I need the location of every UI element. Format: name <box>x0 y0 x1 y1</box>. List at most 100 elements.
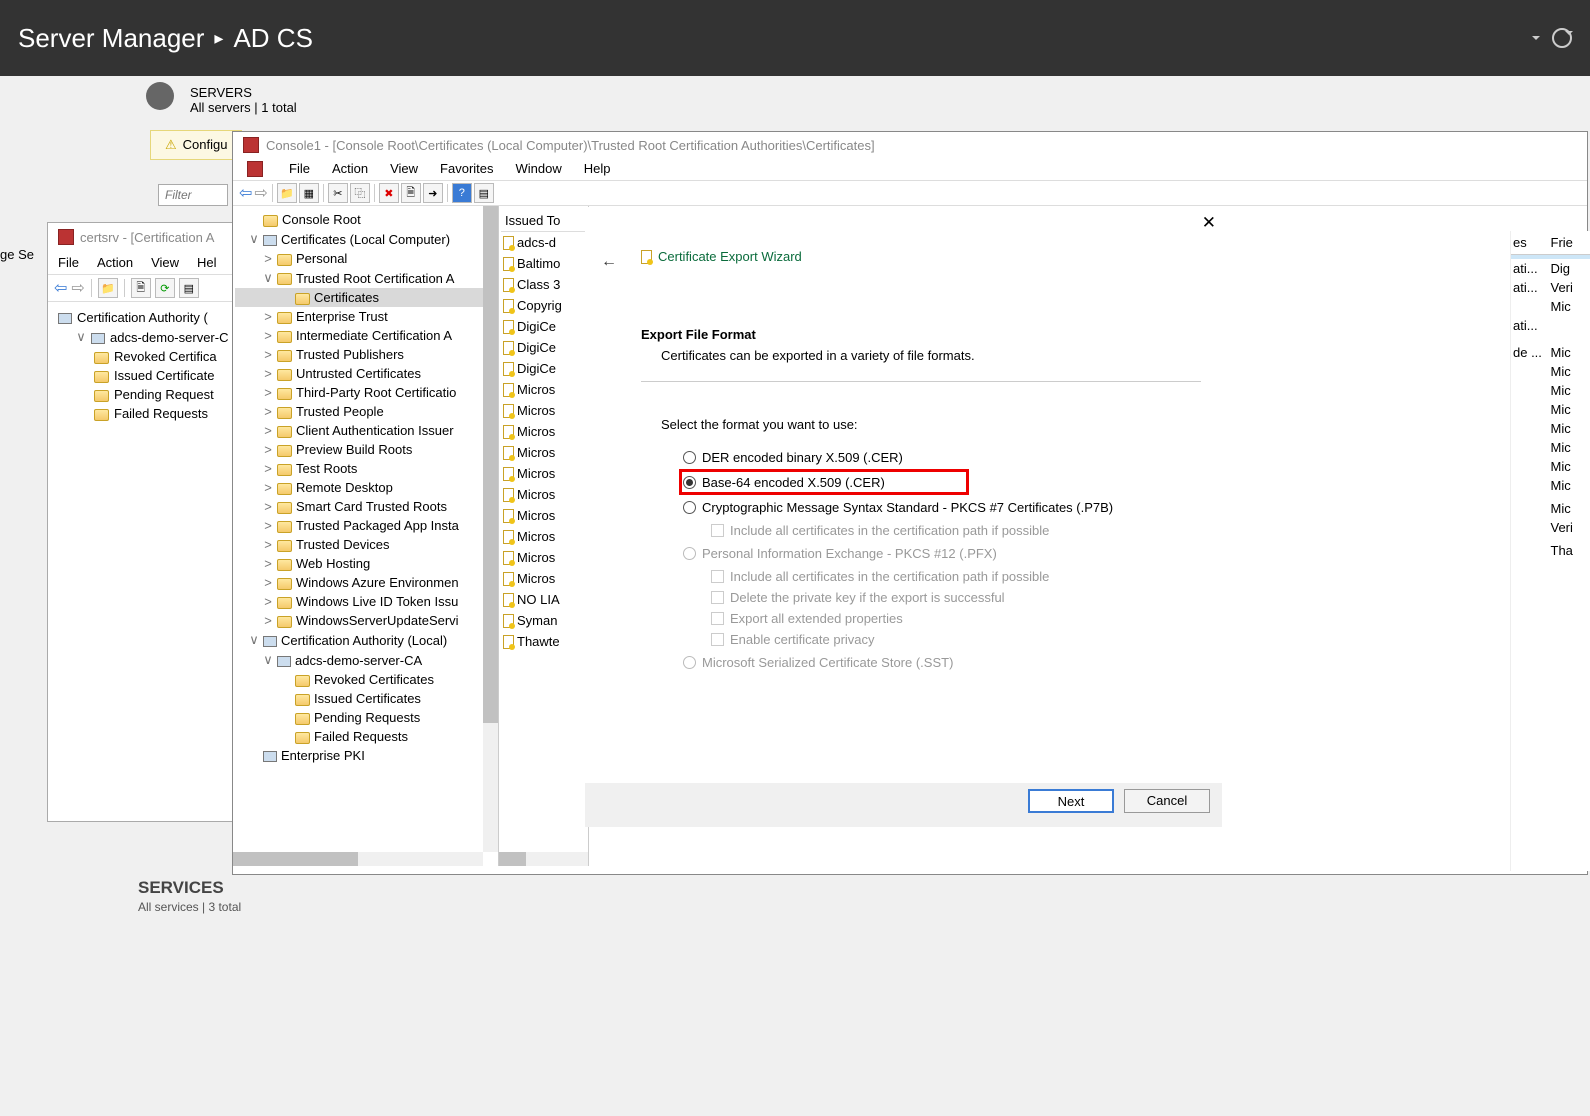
menu-action[interactable]: Action <box>97 255 133 270</box>
table-row[interactable]: ati...Dig <box>1511 259 1590 278</box>
table-row[interactable]: Mic <box>1511 381 1590 400</box>
filter-input[interactable] <box>158 184 228 206</box>
table-row[interactable]: Tha <box>1511 541 1590 560</box>
menu-favorites[interactable]: Favorites <box>440 161 493 177</box>
list-item[interactable]: Micros <box>501 400 586 421</box>
menu-file[interactable]: File <box>289 161 310 177</box>
horizontal-scrollbar[interactable] <box>499 852 588 866</box>
menu-window[interactable]: Window <box>516 161 562 177</box>
tree-item[interactable]: Failed Requests <box>235 727 496 746</box>
menu-view[interactable]: View <box>151 255 179 270</box>
tree-item[interactable]: >Enterprise Trust <box>235 307 496 326</box>
tree-item[interactable]: Revoked Certificates <box>235 670 496 689</box>
table-row[interactable]: Mic <box>1511 297 1590 316</box>
list-item[interactable]: NO LIA <box>501 589 586 610</box>
list-item[interactable]: Micros <box>501 505 586 526</box>
table-row[interactable]: de ...Mic <box>1511 343 1590 362</box>
tree-item[interactable]: ∨adcs-demo-server-CA <box>235 650 496 670</box>
copy-icon[interactable]: ⿻ <box>350 183 370 203</box>
list-item[interactable]: DigiCe <box>501 358 586 379</box>
tree-item[interactable]: >Untrusted Certificates <box>235 364 496 383</box>
toolbar-btn[interactable]: ▦ <box>299 183 319 203</box>
list-item[interactable]: Micros <box>501 484 586 505</box>
list-item[interactable]: Micros <box>501 568 586 589</box>
tree-item[interactable]: >Intermediate Certification A <box>235 326 496 345</box>
configure-bar[interactable]: Configu <box>150 130 242 160</box>
tree-item[interactable]: >Remote Desktop <box>235 478 496 497</box>
tree-root[interactable]: Certification Authority ( <box>52 308 242 327</box>
toolbar-btn[interactable]: ▤ <box>474 183 494 203</box>
forward-icon[interactable]: ⇨ <box>254 183 267 203</box>
table-row[interactable]: Mic <box>1511 362 1590 381</box>
help-icon[interactable]: ? <box>452 183 472 203</box>
tree-item[interactable]: >Trusted Packaged App Insta <box>235 516 496 535</box>
close-icon[interactable]: ✕ <box>1202 213 1216 233</box>
tree-item[interactable]: >Preview Build Roots <box>235 440 496 459</box>
tree-item[interactable]: Certificates <box>235 288 496 307</box>
tree-item[interactable]: >Trusted Devices <box>235 535 496 554</box>
menu-file[interactable]: File <box>58 255 79 270</box>
list-item[interactable]: Micros <box>501 547 586 568</box>
list-item[interactable]: DigiCe <box>501 316 586 337</box>
toolbar-btn[interactable]: 📁 <box>98 278 118 298</box>
tree-item[interactable]: ∨Certification Authority (Local) <box>235 630 496 650</box>
toolbar-btn[interactable]: ▤ <box>179 278 199 298</box>
export-icon[interactable]: ➜ <box>423 183 443 203</box>
list-item[interactable]: Micros <box>501 463 586 484</box>
back-icon[interactable]: ⇦ <box>54 278 67 298</box>
toolbar-btn[interactable]: 🗎 <box>131 278 151 298</box>
console-titlebar[interactable]: Console1 - [Console Root\Certificates (L… <box>233 132 1587 158</box>
tree-item[interactable]: >Personal <box>235 249 496 268</box>
tree-item[interactable]: >Trusted People <box>235 402 496 421</box>
table-row[interactable]: Mic <box>1511 499 1590 518</box>
table-row[interactable]: Mic <box>1511 419 1590 438</box>
tree-item[interactable]: Console Root <box>235 210 496 229</box>
tree-item[interactable]: >Third-Party Root Certificatio <box>235 383 496 402</box>
next-button[interactable]: Next <box>1028 789 1114 813</box>
list-item[interactable]: Micros <box>501 379 586 400</box>
tree-item[interactable]: >Windows Azure Environmen <box>235 573 496 592</box>
cut-icon[interactable]: ✂ <box>328 183 348 203</box>
list-item[interactable]: adcs-d <box>501 232 586 253</box>
tree-server[interactable]: ∨adcs-demo-server-C <box>70 327 242 347</box>
column-header[interactable]: Frie <box>1551 235 1589 250</box>
tree-item[interactable]: >WindowsServerUpdateServi <box>235 611 496 630</box>
back-icon[interactable]: ⇦ <box>239 183 252 203</box>
delete-icon[interactable]: ✖ <box>379 183 399 203</box>
dropdown-icon[interactable] <box>1532 36 1540 44</box>
tree-item[interactable]: Pending Requests <box>235 708 496 727</box>
tree-item[interactable]: >Client Authentication Issuer <box>235 421 496 440</box>
list-item[interactable]: Micros <box>501 442 586 463</box>
table-row[interactable]: ati...Veri <box>1511 278 1590 297</box>
tree-item[interactable]: Pending Request <box>88 385 242 404</box>
list-item[interactable]: Class 3 <box>501 274 586 295</box>
list-item[interactable]: DigiCe <box>501 337 586 358</box>
cancel-button[interactable]: Cancel <box>1124 789 1210 813</box>
radio-der[interactable]: DER encoded binary X.509 (.CER) <box>683 445 1113 470</box>
radio-base64[interactable]: Base-64 encoded X.509 (.CER) <box>683 470 1113 495</box>
tree-item[interactable]: >Trusted Publishers <box>235 345 496 364</box>
column-header[interactable]: es <box>1513 235 1551 250</box>
tree-item[interactable]: >Web Hosting <box>235 554 496 573</box>
forward-icon[interactable]: ⇨ <box>71 278 84 298</box>
tree-item[interactable]: Enterprise PKI <box>235 746 496 765</box>
vertical-scrollbar[interactable] <box>483 206 498 852</box>
column-header[interactable]: Issued To <box>501 210 586 232</box>
tree-item[interactable]: >Smart Card Trusted Roots <box>235 497 496 516</box>
tree-item[interactable]: Revoked Certifica <box>88 347 242 366</box>
list-item[interactable]: Syman <box>501 610 586 631</box>
table-row[interactable]: Mic <box>1511 438 1590 457</box>
up-folder-icon[interactable]: 📁 <box>277 183 297 203</box>
toolbar-refresh-icon[interactable]: ⟳ <box>155 278 175 298</box>
table-row[interactable]: Mic <box>1511 457 1590 476</box>
table-row[interactable]: Mic <box>1511 476 1590 495</box>
breadcrumb[interactable]: AD CS <box>233 23 312 54</box>
tree-item[interactable]: ∨Certificates (Local Computer) <box>235 229 496 249</box>
menu-view[interactable]: View <box>390 161 418 177</box>
properties-icon[interactable]: 🗎 <box>401 183 421 203</box>
radio-p7b[interactable]: Cryptographic Message Syntax Standard - … <box>683 495 1113 520</box>
tree-item[interactable]: ∨Trusted Root Certification A <box>235 268 496 288</box>
certsrv-titlebar[interactable]: certsrv - [Certification A <box>48 223 246 251</box>
tree-item[interactable]: >Windows Live ID Token Issu <box>235 592 496 611</box>
refresh-icon[interactable] <box>1552 28 1572 48</box>
